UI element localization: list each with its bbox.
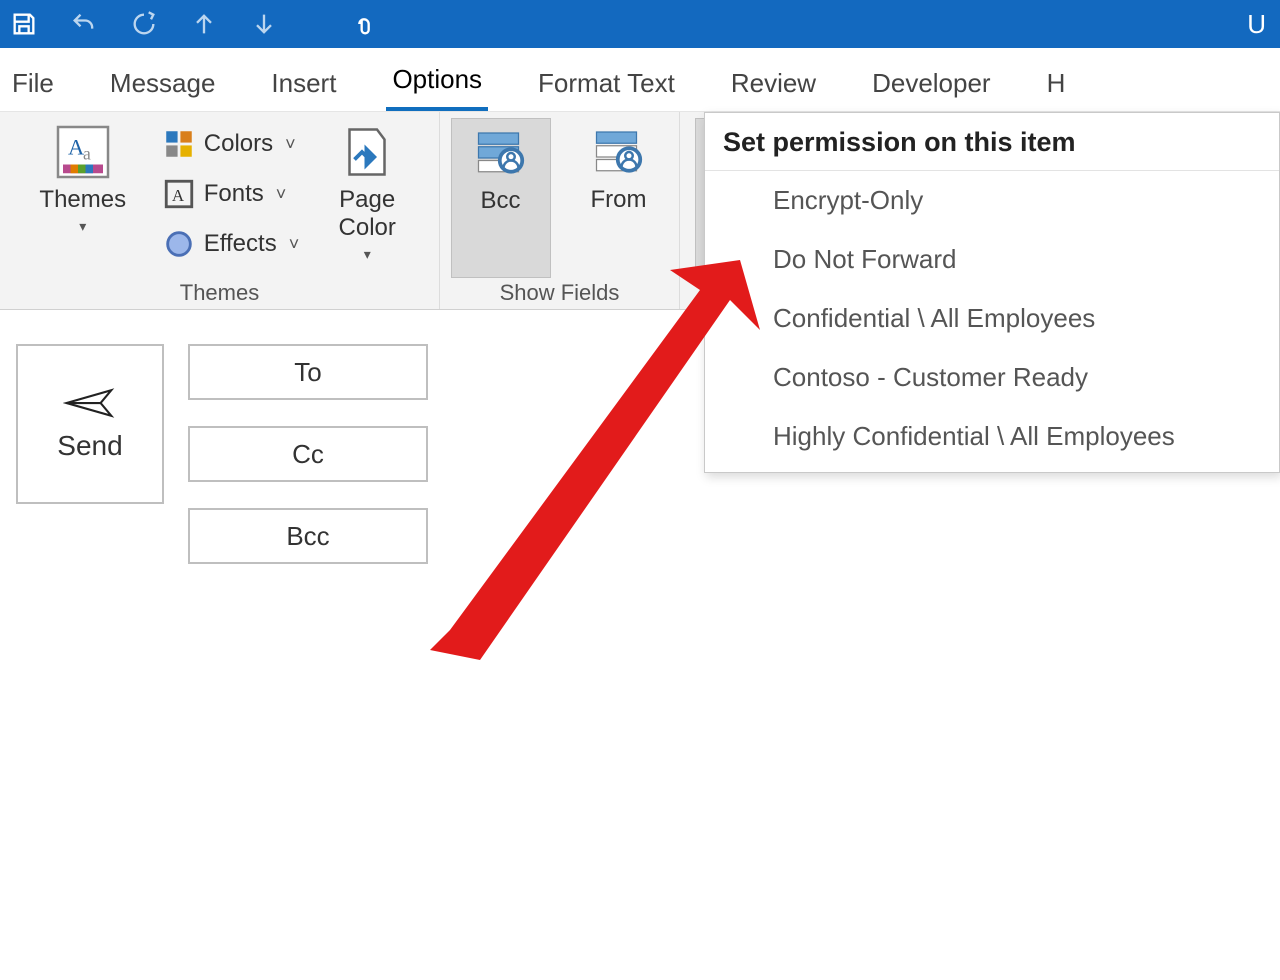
- fonts-label: Fonts: [204, 180, 264, 208]
- bcc-field-button[interactable]: Bcc: [188, 508, 428, 564]
- redo-icon[interactable]: [130, 10, 158, 38]
- fonts-button[interactable]: A Fonts ˅: [156, 172, 305, 216]
- recipient-fields: To Cc Bcc: [188, 344, 428, 686]
- group-show-fields: Bcc From Show Fields: [440, 112, 680, 309]
- chevron-down-icon: ˅: [276, 184, 287, 205]
- window-title-fragment: U: [1247, 9, 1270, 40]
- encrypt-option-encrypt-only[interactable]: Encrypt-Only: [705, 171, 1279, 230]
- tab-developer[interactable]: Developer: [866, 56, 997, 111]
- effects-icon: [162, 227, 196, 261]
- save-icon[interactable]: [10, 10, 38, 38]
- encrypt-option-do-not-forward[interactable]: Do Not Forward: [705, 230, 1279, 289]
- themes-icon: A a: [49, 122, 117, 182]
- svg-text:a: a: [83, 144, 91, 164]
- fonts-icon: A: [162, 177, 196, 211]
- tab-file[interactable]: File: [6, 56, 60, 111]
- page-color-button[interactable]: Page Color ▾: [323, 118, 411, 278]
- effects-label: Effects: [204, 230, 277, 258]
- page-color-label: Page Color: [339, 186, 396, 242]
- tab-insert[interactable]: Insert: [265, 56, 342, 111]
- chevron-down-icon: ▾: [364, 246, 371, 263]
- group-label-themes: Themes: [180, 278, 259, 306]
- bcc-field-label: Bcc: [286, 521, 329, 552]
- themes-submenu: Colors ˅ A Fonts ˅ Effects ˅: [156, 118, 305, 278]
- bcc-icon: [467, 123, 535, 183]
- encrypt-dropdown: Set permission on this item Encrypt-Only…: [704, 112, 1280, 473]
- page-color-icon: [333, 122, 401, 182]
- qat-buttons: [10, 10, 378, 38]
- svg-text:A: A: [172, 186, 185, 205]
- arrow-down-icon[interactable]: [250, 10, 278, 38]
- cc-button[interactable]: Cc: [188, 426, 428, 482]
- colors-button[interactable]: Colors ˅: [156, 122, 305, 166]
- tab-format-text[interactable]: Format Text: [532, 56, 681, 111]
- send-label: Send: [57, 430, 122, 462]
- group-themes: A a Themes ▾ Colors ˅: [0, 112, 440, 309]
- tab-message[interactable]: Message: [104, 56, 222, 111]
- themes-button[interactable]: A a Themes ▾: [28, 118, 138, 278]
- ribbon-tabs: File Message Insert Options Format Text …: [0, 48, 1280, 112]
- attachment-icon[interactable]: [350, 10, 378, 38]
- effects-button[interactable]: Effects ˅: [156, 222, 305, 266]
- group-label-show-fields: Show Fields: [500, 278, 620, 306]
- tab-help[interactable]: H: [1041, 56, 1072, 111]
- cc-label: Cc: [292, 439, 324, 470]
- chevron-down-icon: ▾: [79, 218, 86, 235]
- arrow-up-icon[interactable]: [190, 10, 218, 38]
- quick-access-toolbar: U: [0, 0, 1280, 48]
- tab-options[interactable]: Options: [386, 52, 488, 111]
- themes-label: Themes: [39, 186, 126, 214]
- to-button[interactable]: To: [188, 344, 428, 400]
- chevron-down-icon: ˅: [285, 134, 296, 155]
- ribbon: A a Themes ▾ Colors ˅: [0, 112, 1280, 310]
- colors-label: Colors: [204, 130, 273, 158]
- from-label: From: [591, 186, 647, 214]
- qat-separator: [310, 10, 318, 38]
- chevron-down-icon: ˅: [289, 234, 300, 255]
- to-label: To: [294, 357, 321, 388]
- send-icon: [63, 386, 117, 420]
- bcc-button[interactable]: Bcc: [451, 118, 551, 278]
- tab-review[interactable]: Review: [725, 56, 822, 111]
- encrypt-option-confidential-all-employees[interactable]: Confidential \ All Employees: [705, 289, 1279, 348]
- encrypt-dropdown-header: Set permission on this item: [705, 113, 1279, 171]
- undo-icon[interactable]: [70, 10, 98, 38]
- encrypt-option-highly-confidential-all-employees[interactable]: Highly Confidential \ All Employees: [705, 407, 1279, 466]
- send-button[interactable]: Send: [16, 344, 164, 504]
- from-icon: [585, 122, 653, 182]
- from-button[interactable]: From: [569, 118, 669, 278]
- colors-icon: [162, 127, 196, 161]
- encrypt-option-contoso-customer-ready[interactable]: Contoso - Customer Ready: [705, 348, 1279, 407]
- bcc-label: Bcc: [480, 187, 520, 215]
